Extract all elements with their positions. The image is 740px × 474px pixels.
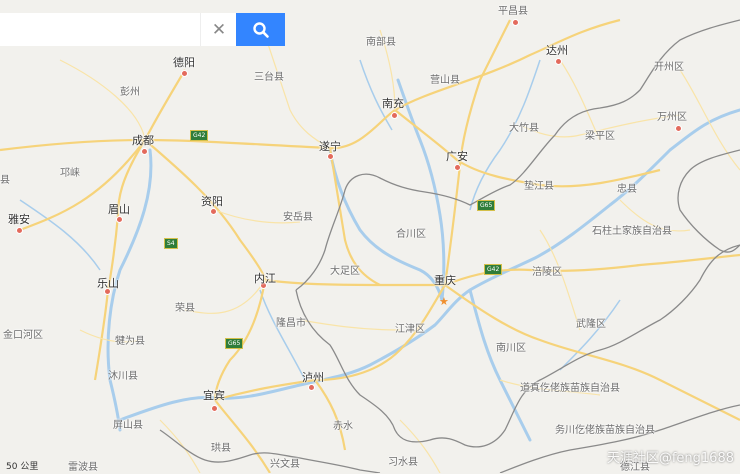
- scale-label: 50 公里: [6, 462, 39, 472]
- label-wulong: 武隆区: [576, 319, 606, 330]
- label-muchuan: 沐川县: [108, 371, 138, 382]
- label-santai: 三台县: [254, 72, 284, 83]
- marker-suining: [327, 153, 334, 160]
- label-qianwei: 犍为县: [115, 336, 145, 347]
- marker-luzhou: [308, 384, 315, 391]
- label-pingchang: 平昌县: [498, 6, 528, 17]
- marker-ziyang: [210, 208, 217, 215]
- label-nanbu: 南部县: [366, 37, 396, 48]
- shield-g65-south: G65: [225, 338, 244, 349]
- label-liangping: 梁平区: [585, 131, 615, 142]
- shield-g65-north: G65: [477, 200, 496, 211]
- label-shizhu: 石柱土家族自治县: [592, 226, 672, 237]
- label-dazhu: 大竹县: [509, 123, 539, 134]
- scale-bar: 50 公里: [0, 459, 60, 473]
- marker-yaan: [16, 227, 23, 234]
- label-dianjiang: 垫江县: [524, 181, 554, 192]
- map-canvas[interactable]: ★ G42 G42 G65 G65 S4 平昌县 南部县 达州 德阳 三台县 营…: [0, 0, 740, 473]
- label-anyue: 安岳县: [283, 212, 313, 223]
- label-dazhou: 达州: [546, 44, 568, 57]
- marker-meishan: [116, 216, 123, 223]
- label-yibin: 宜宾: [203, 389, 225, 402]
- shield-g42-west: G42: [190, 130, 209, 141]
- label-nanchuan: 南川区: [496, 343, 526, 354]
- label-kaizhou: 开州区: [654, 62, 684, 73]
- marker-pingchang: [512, 19, 519, 26]
- label-junlian: 珙县: [211, 443, 231, 454]
- label-yi: 县: [0, 175, 10, 186]
- star-icon: ★: [439, 295, 449, 308]
- label-jiangjin: 江津区: [395, 324, 425, 335]
- label-zhongxian: 忠县: [617, 184, 637, 195]
- marker-deyang: [181, 70, 188, 77]
- label-luzhou: 泸州: [302, 371, 324, 384]
- label-chishui: 赤水: [333, 421, 353, 432]
- label-deyang: 德阳: [173, 56, 195, 69]
- label-fuling: 涪陵区: [532, 267, 562, 278]
- label-hechuan: 合川区: [396, 229, 426, 240]
- label-guangan: 广安: [446, 150, 468, 163]
- marker-nanchong: [391, 112, 398, 119]
- label-xishui: 习水县: [388, 457, 418, 468]
- marker-yibin: [211, 405, 218, 412]
- label-jinkouhe: 金口河区: [3, 330, 43, 341]
- label-meishan: 眉山: [108, 203, 130, 216]
- label-yaan: 雅安: [8, 213, 30, 226]
- label-wuchuan: 务川仡佬族苗族自治县: [555, 425, 655, 436]
- label-nanchong: 南充: [382, 97, 404, 110]
- shield-s4: S4: [164, 238, 178, 249]
- label-yingshan: 营山县: [430, 75, 460, 86]
- label-neijiang: 内江: [254, 272, 276, 285]
- search-button[interactable]: [236, 13, 285, 46]
- label-ziyang: 资阳: [201, 195, 223, 208]
- search-bar: ✕: [0, 13, 285, 46]
- label-dazu: 大足区: [330, 266, 360, 277]
- marker-chengdu: [141, 148, 148, 155]
- label-rongxian: 荣县: [175, 303, 195, 314]
- marker-wanzhou: [675, 125, 682, 132]
- label-wanzhou: 万州区: [657, 112, 687, 123]
- shield-g42-east: G42: [484, 264, 503, 275]
- label-suining: 遂宁: [319, 140, 341, 153]
- label-pengzhou: 彭州: [120, 87, 140, 98]
- close-icon: ✕: [211, 19, 227, 40]
- watermark: 天涯社区@feng1688: [606, 451, 734, 466]
- label-longchang: 隆昌市: [276, 318, 306, 329]
- marker-dazhou: [555, 58, 562, 65]
- label-leshan: 乐山: [97, 277, 119, 290]
- label-qionglai: 邛崃: [60, 168, 80, 179]
- search-input[interactable]: [0, 13, 200, 46]
- label-chengdu: 成都: [132, 134, 154, 147]
- label-daozhen: 道真仡佬族苗族自治县: [520, 383, 620, 394]
- marker-guangan: [454, 164, 461, 171]
- label-pingshan: 屏山县: [113, 420, 143, 431]
- label-xingwen: 兴文县: [270, 459, 300, 470]
- label-chongqing: 重庆: [434, 274, 456, 287]
- clear-button[interactable]: ✕: [200, 13, 237, 46]
- label-leibo: 雷波县: [68, 462, 98, 473]
- search-icon: [252, 21, 269, 38]
